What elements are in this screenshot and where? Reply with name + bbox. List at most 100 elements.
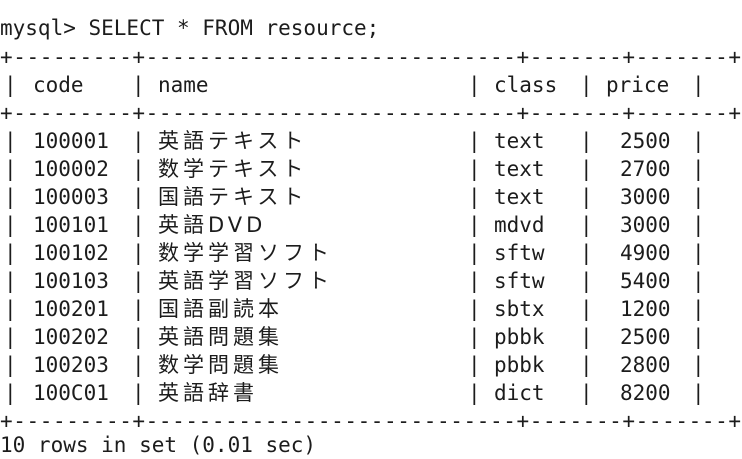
cell-price: 5400 [620,269,671,293]
column-divider: | [580,73,593,97]
table-border-top: +---------+----------------------------+… [0,45,742,69]
cell-code: 100003 [33,185,109,209]
column-divider: | [580,129,593,153]
cell-code: 100002 [33,157,109,181]
cell-price: 2500 [620,129,671,153]
column-divider: | [468,325,481,349]
cell-class: pbbk [494,325,545,349]
header-class: class [494,73,558,97]
column-divider: | [132,213,145,237]
column-divider: | [468,129,481,153]
column-divider: | [132,129,145,153]
column-divider: | [4,213,17,237]
column-divider: | [132,297,145,321]
column-divider: | [580,353,593,377]
column-divider: | [692,381,705,405]
cell-class: text [494,129,545,153]
column-divider: | [692,213,705,237]
column-divider: | [132,241,145,265]
column-divider: | [132,73,145,97]
cell-price: 3000 [620,213,671,237]
column-divider: | [4,325,17,349]
cell-class: sbtx [494,297,545,321]
cell-code: 100C01 [33,381,109,405]
table-header: | code | name | class | price | [0,71,705,99]
cell-name: 英語辞書 [158,381,258,405]
column-divider: | [4,129,17,153]
command-line: mysql> SELECT * FROM resource; [0,16,380,40]
cell-name: 英語DVD [158,213,267,237]
cell-class: sftw [494,241,545,265]
column-divider: | [468,157,481,181]
cell-name: 国語テキスト [158,185,308,209]
cell-price: 2500 [620,325,671,349]
column-divider: | [4,353,17,377]
column-divider: | [4,73,17,97]
column-divider: | [692,73,705,97]
cell-price: 1200 [620,297,671,321]
cell-name: 英語テキスト [158,129,308,153]
column-divider: | [580,241,593,265]
cell-class: dict [494,381,545,405]
column-divider: | [132,381,145,405]
column-divider: | [468,213,481,237]
column-divider: | [468,297,481,321]
column-divider: | [132,269,145,293]
column-divider: | [692,157,705,181]
cell-price: 4900 [620,241,671,265]
cell-price: 2800 [620,353,671,377]
column-divider: | [468,381,481,405]
cell-code: 100103 [33,269,109,293]
column-divider: | [692,129,705,153]
cell-class: pbbk [494,353,545,377]
cell-price: 2700 [620,157,671,181]
column-divider: | [4,185,17,209]
cell-name: 数学学習ソフト [158,241,333,265]
column-divider: | [580,157,593,181]
cell-code: 100201 [33,297,109,321]
column-divider: | [132,185,145,209]
column-divider: | [692,269,705,293]
column-divider: | [580,325,593,349]
column-divider: | [580,297,593,321]
column-divider: | [580,213,593,237]
terminal-window: mysql> SELECT * FROM resource; +--------… [0,0,742,457]
column-divider: | [4,297,17,321]
cell-class: sftw [494,269,545,293]
column-divider: | [468,73,481,97]
column-divider: | [580,185,593,209]
cell-code: 100203 [33,353,109,377]
cell-class: text [494,157,545,181]
cell-code: 100102 [33,241,109,265]
column-divider: | [692,185,705,209]
column-divider: | [692,353,705,377]
column-divider: | [580,269,593,293]
cell-name: 英語問題集 [158,325,283,349]
cell-name: 数学テキスト [158,157,308,181]
header-price: price [606,73,670,97]
column-divider: | [4,157,17,181]
column-divider: | [132,157,145,181]
column-divider: | [4,381,17,405]
column-divider: | [468,353,481,377]
column-divider: | [692,241,705,265]
cell-class: text [494,185,545,209]
column-divider: | [4,241,17,265]
cell-price: 8200 [620,381,671,405]
cell-name: 英語学習ソフト [158,269,333,293]
header-name: name [158,73,209,97]
column-divider: | [692,325,705,349]
column-divider: | [132,353,145,377]
cell-class: mdvd [494,213,545,237]
column-divider: | [468,185,481,209]
column-divider: | [132,325,145,349]
cell-code: 100101 [33,213,109,237]
result-footer: 10 rows in set (0.01 sec) [0,433,317,457]
cell-code: 100202 [33,325,109,349]
cell-price: 3000 [620,185,671,209]
column-divider: | [580,381,593,405]
table-border-middle: +---------+----------------------------+… [0,101,742,125]
header-code: code [33,73,84,97]
cell-name: 国語副読本 [158,297,283,321]
column-divider: | [4,269,17,293]
